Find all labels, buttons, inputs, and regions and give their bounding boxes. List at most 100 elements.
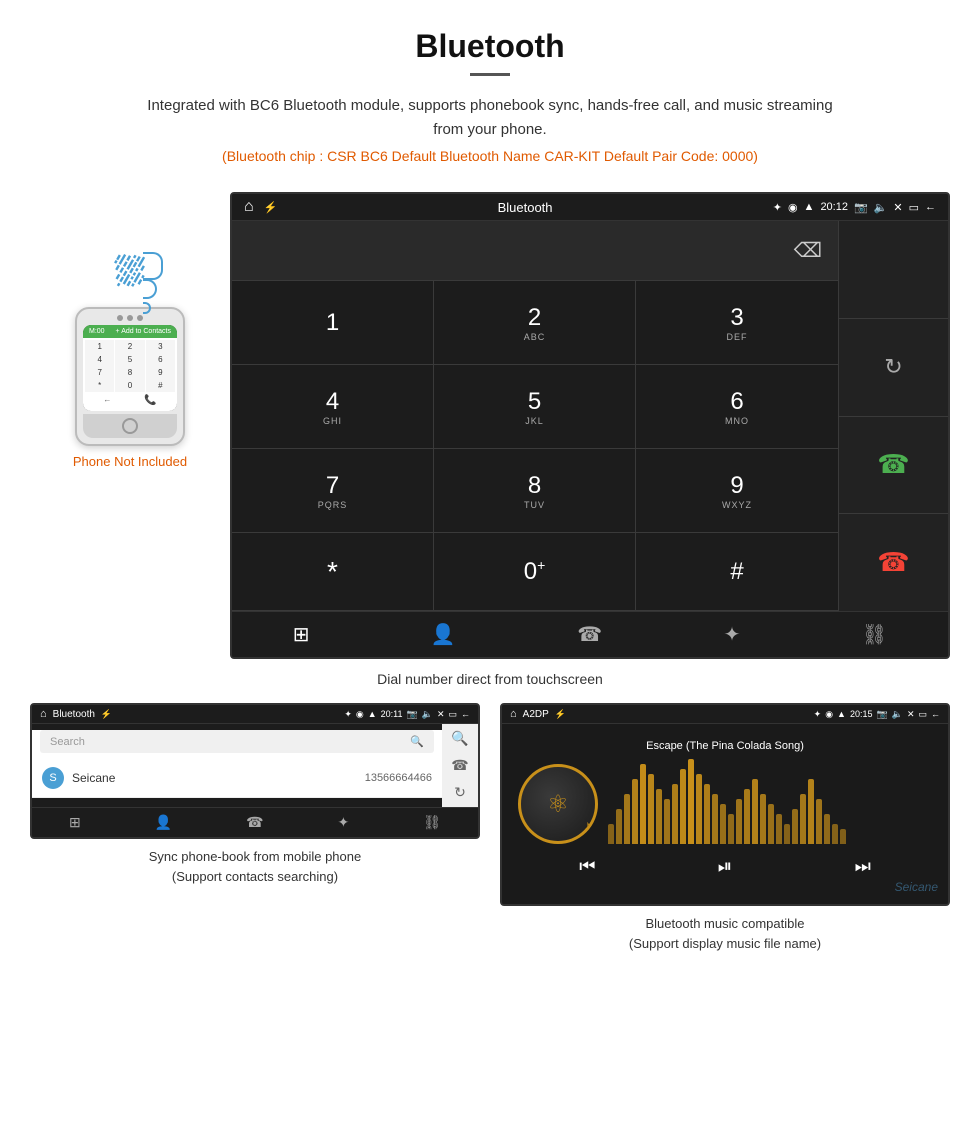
close-icon[interactable]: ✕ xyxy=(893,201,902,214)
phone-not-included-label: Phone Not Included xyxy=(73,454,187,469)
pb-win-icon[interactable]: ▭ xyxy=(448,709,457,720)
dial-key-8[interactable]: 8 TUV xyxy=(434,449,636,533)
pb-loc-icon: ◉ xyxy=(356,709,364,720)
music-note-icon: ♪ xyxy=(584,817,591,833)
dial-caption: Dial number direct from touchscreen xyxy=(0,671,980,687)
dial-key-4[interactable]: 4 GHI xyxy=(232,365,434,449)
window-icon[interactable]: ▭ xyxy=(909,201,919,214)
pb-close-icon[interactable]: ✕ xyxy=(437,709,445,720)
pb-back-icon[interactable]: ← xyxy=(461,709,470,720)
camera-icon: 📷 xyxy=(854,201,868,214)
music-screen-wrap: ⌂ A2DP ⚡ ✦ ◉ ▲ 20:15 📷 🔈 ✕ ▭ ← xyxy=(500,703,950,953)
dial-key-2[interactable]: 2 ABC xyxy=(434,281,636,365)
music-next-icon[interactable]: ⏭ xyxy=(855,856,871,877)
dial-key-9[interactable]: 9 WXYZ xyxy=(636,449,838,533)
music-prev-icon[interactable]: ⏮ xyxy=(579,856,595,877)
music-equalizer xyxy=(608,764,932,844)
phone-header-text: M:00 xyxy=(89,328,105,335)
dial-key-1[interactable]: 1 xyxy=(232,281,434,365)
phone-dial-row-3: 7 8 9 xyxy=(85,366,175,379)
dial-delete-button[interactable]: ⌫ xyxy=(794,238,822,263)
phonebook-content-row: Search 🔍 S Seicane 13566664466 🔍 ☎ ↻ xyxy=(32,724,478,807)
home-icon[interactable]: ⌂ xyxy=(244,198,254,216)
music-usb-icon: ⚡ xyxy=(555,709,566,720)
phonebook-side-icons: 🔍 ☎ ↻ xyxy=(442,724,478,807)
back-icon[interactable]: ← xyxy=(925,201,936,213)
contact-number: 13566664466 xyxy=(365,772,432,784)
phonebook-search-icon: 🔍 xyxy=(410,735,424,748)
pb-nav-contact[interactable]: 👤 xyxy=(155,814,172,831)
phonebook-search-placeholder: Search xyxy=(50,736,85,748)
dial-key-3[interactable]: 3 DEF xyxy=(636,281,838,365)
dial-grid: 1 2 ABC 3 DEF 4 GHI xyxy=(232,281,838,611)
dial-key-hash[interactable]: # xyxy=(636,533,838,611)
phonebook-home-icon[interactable]: ⌂ xyxy=(40,708,47,720)
phone-dial-row-4: * 0 # xyxy=(85,379,175,392)
dial-right-panel: ↻ ☎ ☎ xyxy=(838,221,948,611)
music-cam-icon: 📷 xyxy=(877,709,888,720)
page-header: Bluetooth Integrated with BC6 Bluetooth … xyxy=(0,0,980,192)
phone-screen: M:00 + Add to Contacts 1 2 3 4 5 6 xyxy=(83,325,177,411)
dial-key-5[interactable]: 5 JKL xyxy=(434,365,636,449)
phonebook-content: Search 🔍 S Seicane 13566664466 xyxy=(32,730,442,798)
pb-side-search-icon[interactable]: 🔍 xyxy=(451,730,468,747)
phone-key-star: * xyxy=(85,379,114,392)
status-bar-left: ⌂ ⚡ xyxy=(244,198,277,216)
pb-nav-phone[interactable]: ☎ xyxy=(246,814,263,831)
dial-status-bar: ⌂ ⚡ Bluetooth ✦ ◉ ▲ 20:12 📷 🔈 ✕ ▭ ← xyxy=(232,194,948,221)
dial-call-cell[interactable]: ☎ xyxy=(839,417,948,515)
bottom-nav-contact[interactable]: 👤 xyxy=(431,622,456,647)
bottom-nav-grid[interactable]: ⊞ xyxy=(293,622,310,647)
dial-app-name: Bluetooth xyxy=(498,200,553,215)
phonebook-caption-line1: Sync phone-book from mobile phone xyxy=(149,849,361,864)
dial-bottom-nav: ⊞ 👤 ☎ ✦ ⛓ xyxy=(232,611,948,657)
seicane-watermark: Seicane xyxy=(895,880,938,894)
music-app-name: A2DP xyxy=(523,709,549,720)
dial-key-7[interactable]: 7 PQRS xyxy=(232,449,434,533)
volume-icon: 🔈 xyxy=(874,201,888,214)
bottom-nav-link[interactable]: ⛓ xyxy=(862,622,887,647)
phone-key-1: 1 xyxy=(85,340,114,353)
pb-cam-icon: 📷 xyxy=(407,709,418,720)
pb-nav-grid[interactable]: ⊞ xyxy=(69,814,81,831)
music-home-icon[interactable]: ⌂ xyxy=(510,708,517,720)
phone-home-button xyxy=(122,418,138,434)
dial-key-6[interactable]: 6 MNO xyxy=(636,365,838,449)
phonebook-status-right: ✦ ◉ ▲ 20:11 📷 🔈 ✕ ▭ ← xyxy=(344,709,470,720)
phone-key-6: 6 xyxy=(146,353,175,366)
phone-dial-row-2: 4 5 6 xyxy=(85,353,175,366)
pb-nav-link[interactable]: ⛓ xyxy=(423,814,441,831)
contact-name: Seicane xyxy=(72,771,365,785)
dial-end-call-cell[interactable]: ☎ xyxy=(839,514,948,611)
phone-key-7: 7 xyxy=(85,366,114,379)
bottom-nav-phone[interactable]: ☎ xyxy=(577,622,602,647)
dial-reload-cell[interactable]: ↻ xyxy=(839,319,948,417)
music-loc-icon: ◉ xyxy=(825,709,833,720)
music-close-icon[interactable]: ✕ xyxy=(907,709,915,720)
music-status-right: ✦ ◉ ▲ 20:15 📷 🔈 ✕ ▭ ← xyxy=(814,709,940,720)
pb-nav-bluetooth[interactable]: ✦ xyxy=(338,814,350,831)
dial-key-0[interactable]: 0+ xyxy=(434,533,636,611)
music-song-title: Escape (The Pina Colada Song) xyxy=(646,740,804,752)
contact-initial: S xyxy=(42,767,64,789)
phone-key-4: 4 xyxy=(85,353,114,366)
dial-left: ⌫ 1 2 ABC 3 DEF xyxy=(232,221,838,611)
bluetooth-signal-area: ⛆ xyxy=(115,252,145,295)
music-vol-icon: 🔈 xyxy=(892,709,903,720)
phone-key-5: 5 xyxy=(115,353,144,366)
music-win-icon[interactable]: ▭ xyxy=(918,709,927,720)
music-back-icon[interactable]: ← xyxy=(931,709,940,720)
phonebook-bottom-nav: ⊞ 👤 ☎ ✦ ⛓ xyxy=(32,807,478,837)
pb-side-reload-icon[interactable]: ↻ xyxy=(454,784,466,801)
dial-key-star[interactable]: * xyxy=(232,533,434,611)
phone-top-bar xyxy=(83,315,177,321)
pb-side-call-icon[interactable]: ☎ xyxy=(451,757,468,774)
phonebook-contact-row[interactable]: S Seicane 13566664466 xyxy=(32,759,442,798)
bottom-nav-bluetooth[interactable]: ✦ xyxy=(724,622,741,647)
pb-vol-icon: 🔈 xyxy=(422,709,433,720)
music-caption: Bluetooth music compatible (Support disp… xyxy=(629,914,821,953)
music-play-pause-icon[interactable]: ⏯ xyxy=(718,856,732,877)
bluetooth-specs: (Bluetooth chip : CSR BC6 Default Blueto… xyxy=(60,148,920,164)
reload-icon: ↻ xyxy=(884,354,902,380)
phonebook-search-bar[interactable]: Search 🔍 xyxy=(40,730,434,753)
